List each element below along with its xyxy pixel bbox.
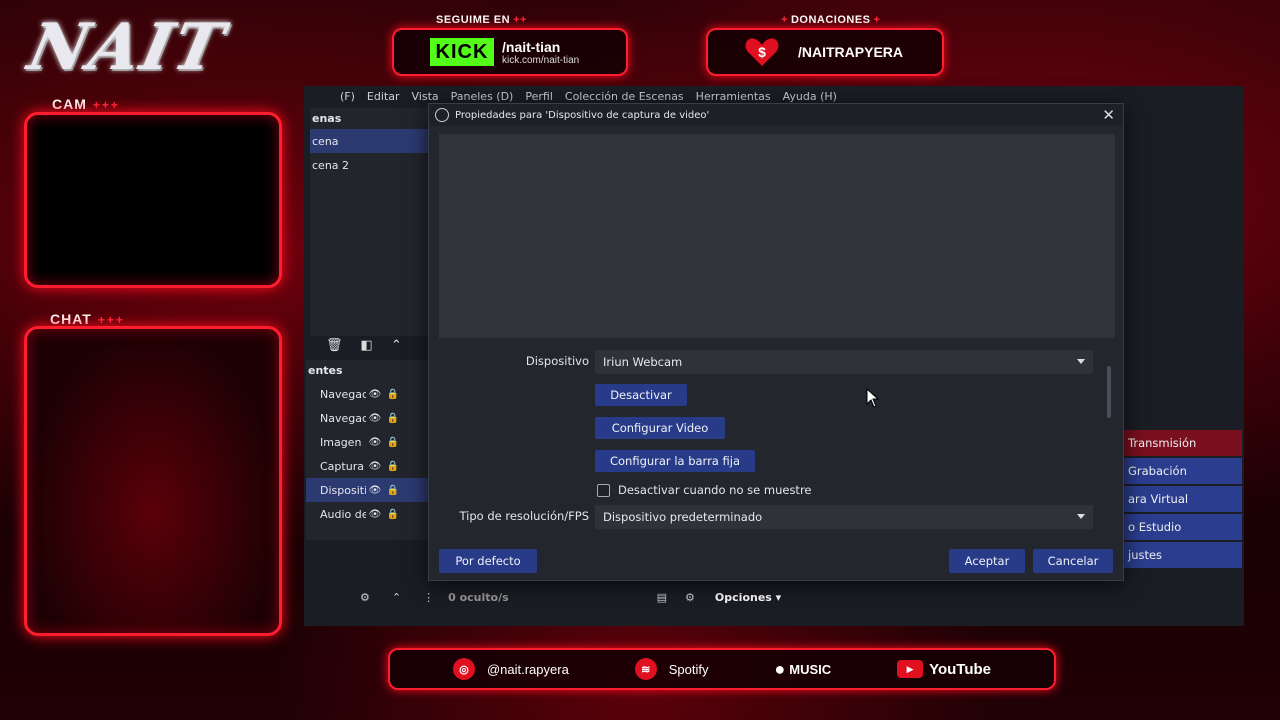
chat-frame [24,326,282,636]
hidden-count: 0 oculto/s [448,590,509,604]
menu-profile[interactable]: Perfil [525,90,553,103]
source-row[interactable]: Dispositiv👁🔒 [306,478,428,502]
settings-button[interactable]: justes [1118,542,1242,568]
obs-menubar: (F) Editar Vista Paneles (D) Perfil Cole… [340,90,837,103]
eye-icon[interactable]: 👁 [366,461,384,472]
lock-icon[interactable]: 🔒 [384,509,402,520]
lock-icon[interactable]: 🔒 [384,485,402,496]
cancel-button[interactable]: Cancelar [1033,549,1113,573]
lock-icon[interactable]: 🔒 [384,437,402,448]
filter-icon[interactable]: ◧ [361,338,373,353]
sources-panel: entes Navegadc👁🔒 Navegadc👁🔒 Imagen👁🔒 Cap… [306,360,428,540]
obs-status-bar: ⚙ ⌃ ⋮ 0 oculto/s ▤ ⚙ Opciones ▾ [350,586,810,608]
defaults-button[interactable]: Por defecto [439,549,537,573]
eye-icon[interactable]: 👁 [366,413,384,424]
obs-icon [435,108,449,122]
socials-bar: ◎ @nait.rapyera ≋ Spotify ● MUSIC ▶ YouT… [388,648,1056,690]
eye-icon[interactable]: 👁 [366,509,384,520]
heart-dollar-icon: $ [744,36,780,68]
video-preview [439,134,1115,338]
scenes-panel: enas cena cena 2 [310,108,430,336]
menu-tools[interactable]: Herramientas [696,90,771,103]
source-row[interactable]: Captura d👁🔒 [306,454,428,478]
close-icon[interactable]: ✕ [1102,106,1115,124]
spotify-icon: ≋ [634,658,657,680]
options-button[interactable]: Opciones ▾ [715,591,781,604]
svg-text:$: $ [758,44,766,60]
menu-file[interactable]: (F) [340,90,355,103]
deactivate-button[interactable]: Desactivar [595,384,687,406]
follow-label: SEGUIME EN ++ [436,14,527,26]
menu-view[interactable]: Vista [412,90,439,103]
cam-label: CAM +++ [52,96,120,112]
dialog-title: Propiedades para 'Dispositivo de captura… [455,109,710,121]
kick-url: kick.com/nait-tian [502,54,580,66]
kick-logo: KICK [430,38,494,66]
checkbox-box[interactable] [597,483,610,497]
device-select[interactable]: Iriun Webcam [595,350,1093,374]
studio-mode-button[interactable]: o Estudio [1118,514,1242,540]
source-row[interactable]: Navegadc👁🔒 [306,406,428,430]
eye-icon[interactable]: 👁 [366,485,384,496]
configure-video-button[interactable]: Configurar Video [595,417,725,439]
menu-help[interactable]: Ayuda (H) [783,90,837,103]
lock-icon[interactable]: 🔒 [384,389,402,400]
chevron-up-icon[interactable]: ⌃ [392,591,401,604]
resolution-select[interactable]: Dispositivo predeterminado [595,505,1093,529]
lock-icon[interactable]: 🔒 [384,461,402,472]
donation-handle: /NAITRAPYERA [798,44,904,60]
scrollbar[interactable] [1107,366,1111,418]
mouse-cursor-icon [866,387,880,412]
source-row[interactable]: Imagen 👁 🔒 [306,430,428,454]
chevron-down-icon [1077,514,1085,519]
donations-label: + DONACIONES + [781,14,881,26]
donations-pill: $ /NAITRAPYERA [706,28,944,76]
nait-logo: NAIT [22,10,232,85]
youtube-icon: ▶ [897,660,924,678]
lock-icon[interactable]: 🔒 [384,413,402,424]
kick-pill: KICK /nait-tian kick.com/nait-tian [392,28,628,76]
instagram-icon: ◎ [452,658,475,680]
device-label: Dispositivo [525,354,589,368]
chevron-down-icon [1077,359,1085,364]
scene-item[interactable]: cena 2 [310,153,430,177]
chevron-up-icon[interactable]: ⌃ [391,338,402,353]
social-youtube: ▶ YouTube [897,660,991,678]
menu-scene-collection[interactable]: Colección de Escenas [565,90,684,103]
resolution-label: Tipo de resolución/FPS [459,509,589,523]
source-row[interactable]: Audio del👁🔒 [306,502,428,526]
kick-handle: /nait-tian [502,38,561,55]
virtual-camera-button[interactable]: ara Virtual [1118,486,1242,512]
properties-dialog: Propiedades para 'Dispositivo de captura… [428,103,1124,581]
source-row[interactable]: Navegadc👁🔒 [306,382,428,406]
configure-crossbar-button[interactable]: Configurar la barra fija [595,450,755,472]
scenes-header: enas [312,112,342,125]
chat-label: CHAT +++ [50,311,125,327]
social-apple-music: ● MUSIC [774,658,832,679]
social-spotify: ≋ Spotify [634,658,708,680]
sources-header: entes [308,364,343,377]
start-streaming-button[interactable]: Transmisión [1118,430,1242,456]
deactivate-when-hidden-checkbox[interactable]: Desactivar cuando no se muestre [597,483,812,497]
trash-icon[interactable]: 🗑 [326,338,343,353]
more-icon[interactable]: ⋮ [423,591,434,604]
social-instagram: ◎ @nait.rapyera [452,658,569,680]
eye-icon[interactable]: 👁 [366,389,384,400]
cam-frame [24,112,282,288]
accept-button[interactable]: Aceptar [949,549,1025,573]
dialog-titlebar: Propiedades para 'Dispositivo de captura… [429,104,1123,126]
menu-edit[interactable]: Editar [367,90,400,103]
filter-settings-icon[interactable]: ⚙ [685,591,695,604]
layout-icon[interactable]: ▤ [657,591,667,604]
menu-docks[interactable]: Paneles (D) [451,90,514,103]
start-recording-button[interactable]: Grabación [1118,458,1242,484]
apple-icon: ● [774,658,786,679]
scene-item[interactable]: cena [310,129,430,153]
gear-icon[interactable]: ⚙ [360,591,370,604]
eye-icon[interactable]: 👁 [366,437,384,448]
